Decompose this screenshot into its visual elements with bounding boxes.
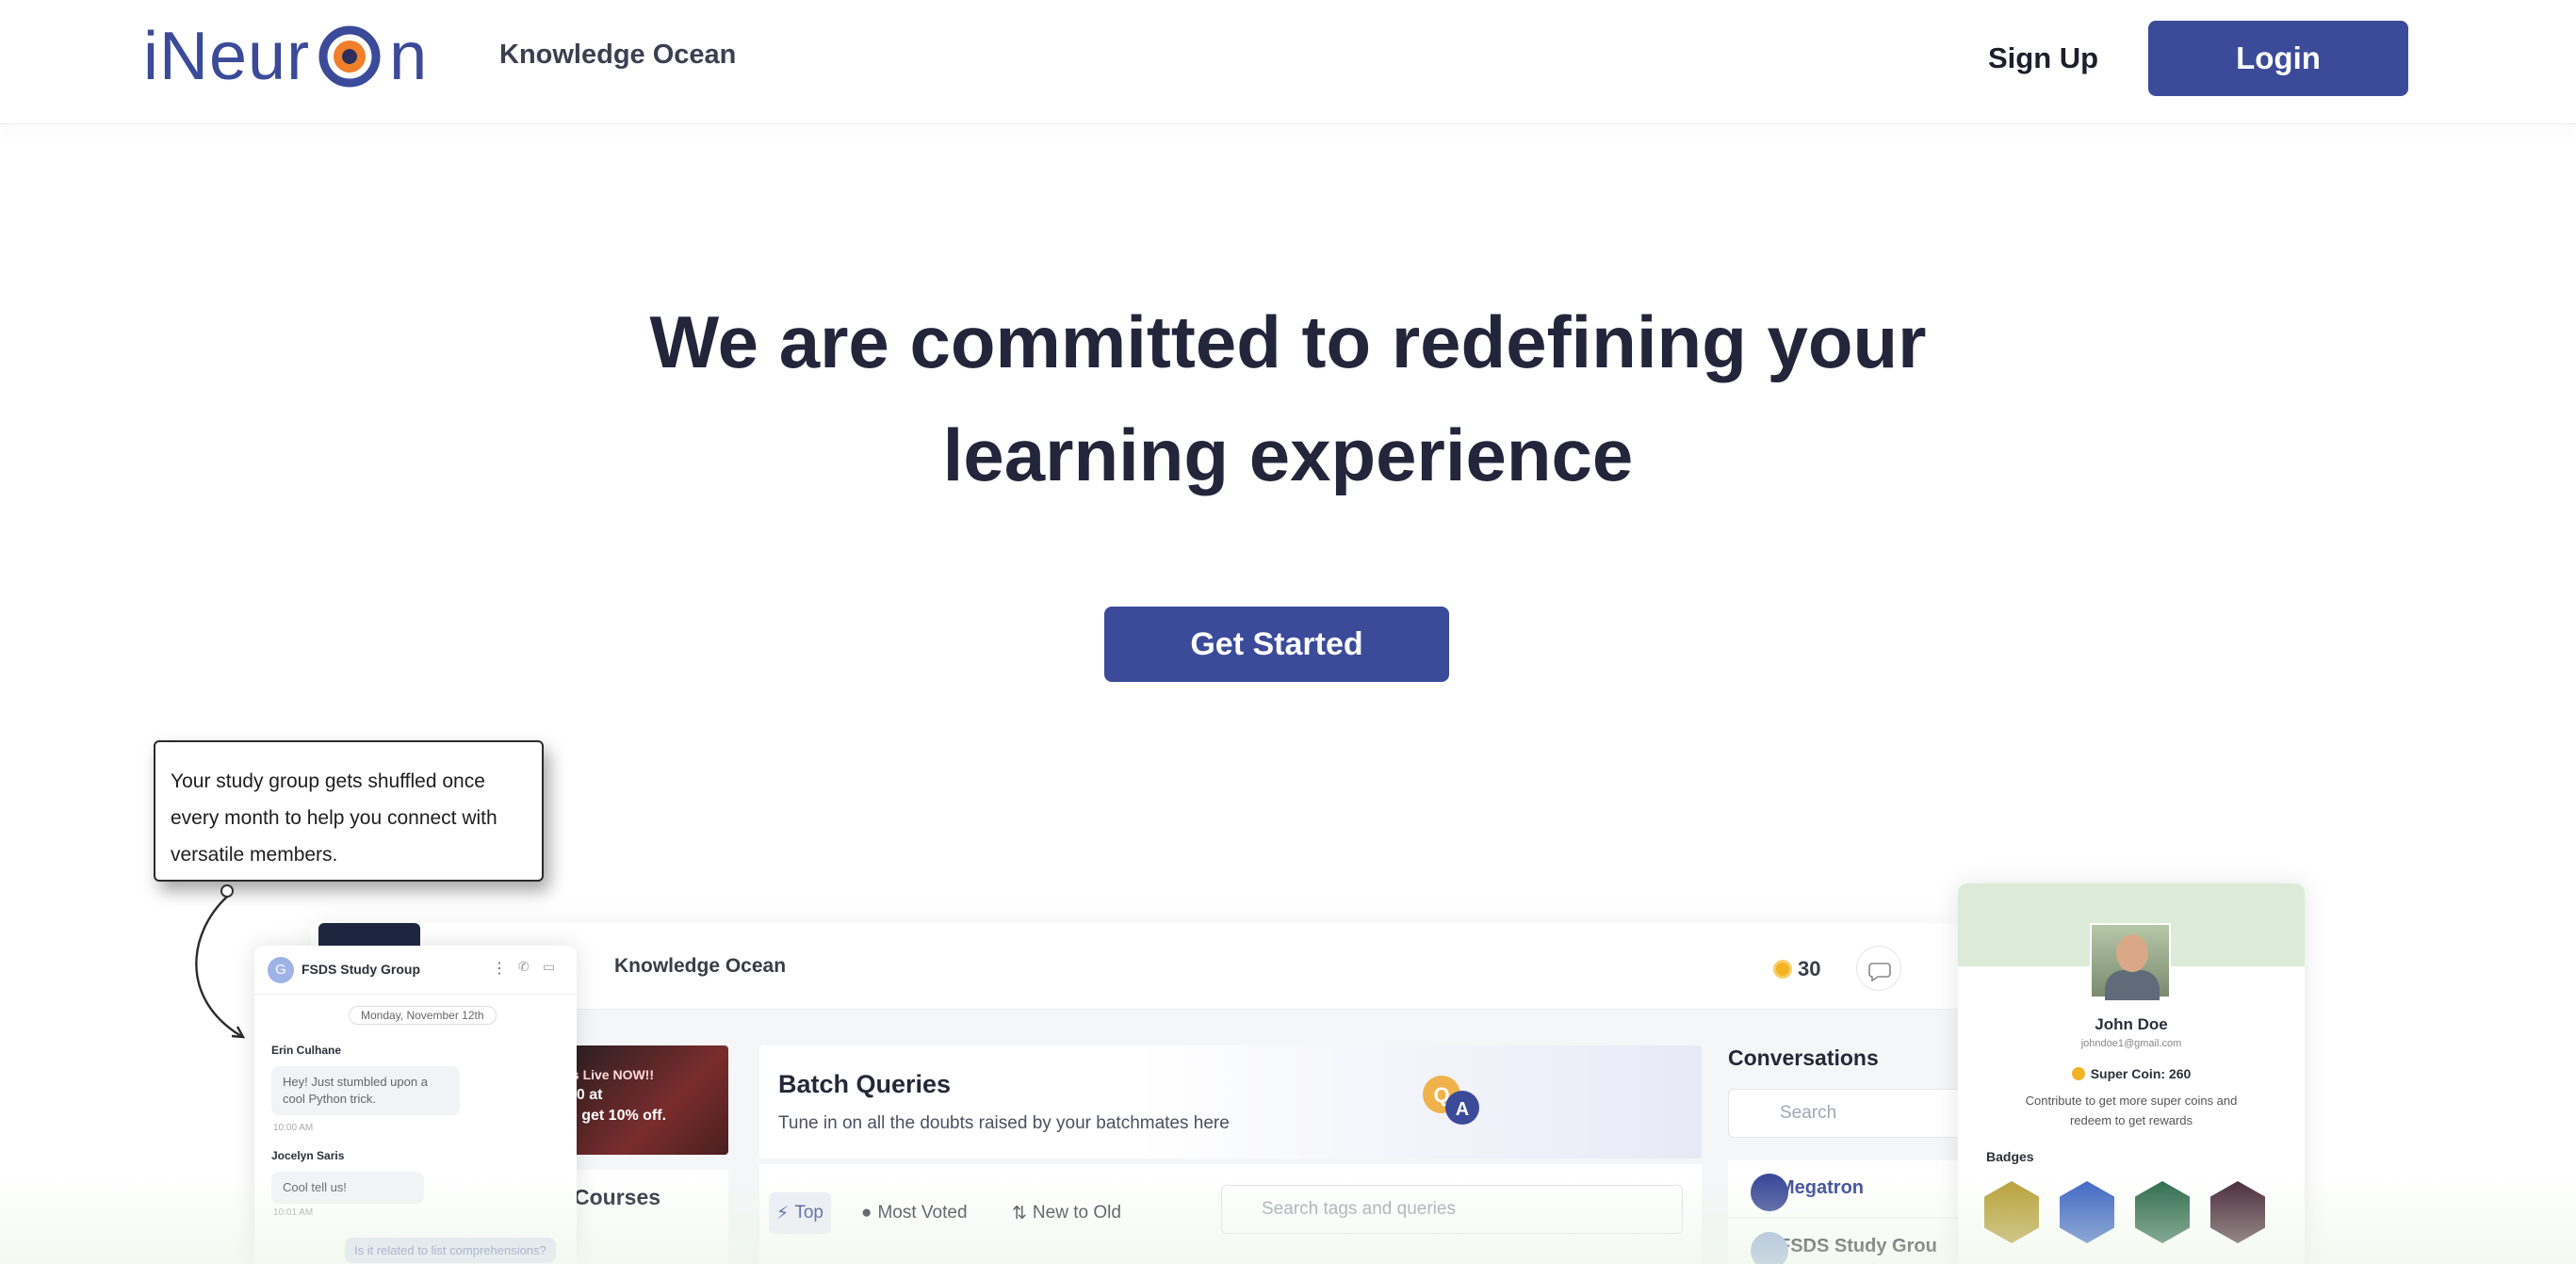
batch-queries-title: Batch Queries <box>778 1070 952 1098</box>
tooltip-line-3: versatile members. <box>171 844 338 866</box>
chat-group-name: FSDS Study Group <box>302 962 420 977</box>
batch-queries-banner: Batch Queries Tune in on all the doubts … <box>759 1045 1702 1159</box>
top-navigation-bar: iNeur n Knowledge Ocean Sign Up Login <box>0 0 2576 124</box>
queries-search-placeholder: Search tags and queries <box>1262 1199 1456 1219</box>
conversation-avatar <box>1751 1174 1788 1211</box>
super-coin-balance: Super Coin: 260 <box>1958 1066 2305 1081</box>
tab-new-to-old-label: New to Old <box>1032 1203 1121 1223</box>
sort-icon: ⇅ <box>1012 1203 1027 1223</box>
conversations-panel: Conversations Search Megatron FSDS Study… <box>1722 1045 1960 1264</box>
promo-line-2: 10 at <box>568 1087 603 1103</box>
preview-courses-card: Courses <box>568 1170 728 1264</box>
badge-green-icon <box>2135 1181 2190 1243</box>
logo-text-prefix: iNeur <box>143 19 311 94</box>
badges-label: Badges <box>1986 1149 2034 1164</box>
chat-bubble-icon <box>1856 946 1901 991</box>
conversations-title: Conversations <box>1728 1045 1879 1070</box>
hero-headline-line-2: learning experience <box>942 413 1634 496</box>
profile-card: John Doe johndoe1@gmail.com Super Coin: … <box>1958 883 2305 1264</box>
tooltip-line-2: every month to help you connect with <box>171 807 497 829</box>
bolt-icon: ⚡ <box>776 1203 790 1223</box>
logo-o-icon <box>312 19 387 94</box>
group-avatar: G <box>268 957 294 983</box>
chat-date-divider: Monday, November 12th <box>349 1006 497 1025</box>
badge-star-icon <box>2060 1181 2114 1243</box>
message-time: 10:01 AM <box>273 1207 314 1218</box>
preview-promo-banner: is Live NOW!! 10 at o get 10% off. <box>568 1045 728 1155</box>
hero-headline-line-1: We are committed to redefining your <box>649 300 1927 383</box>
tooltip-line-1: Your study group gets shuffled once <box>171 770 485 792</box>
message-author: Jocelyn Saris <box>271 1149 345 1162</box>
tab-new-to-old: ⇅ New to Old <box>1004 1192 1129 1234</box>
queries-filter-bar: ⚡ Top ● Most Voted ⇅ New to Old Search t… <box>759 1164 1702 1264</box>
conversations-search-placeholder: Search <box>1780 1103 1837 1123</box>
courses-label: Courses <box>574 1185 661 1209</box>
tooltip-arrow-icon <box>195 884 246 1039</box>
conversation-name: FSDS Study Grou <box>1779 1236 1937 1256</box>
ineuron-logo[interactable]: iNeur n <box>143 19 428 94</box>
logo-text-suffix: n <box>389 19 429 94</box>
batch-queries-subtitle: Tune in on all the doubts raised by your… <box>778 1113 1230 1133</box>
get-started-button[interactable]: Get Started <box>1104 607 1449 682</box>
conversation-avatar <box>1751 1232 1788 1264</box>
chat-header: G FSDS Study Group ⋮ ✆ ▭ <box>254 946 577 995</box>
tab-most-voted-label: Most Voted <box>877 1203 968 1223</box>
preview-knowledge-ocean: Knowledge Ocean <box>614 955 787 977</box>
conversation-item: Megatron <box>1728 1160 1960 1217</box>
promo-line-1: is Live NOW!! <box>568 1067 655 1082</box>
super-coin-text: Super Coin: 260 <box>2090 1066 2192 1081</box>
coin-icon <box>2071 1067 2085 1080</box>
study-group-tooltip: Your study group gets shuffled once ever… <box>154 740 544 882</box>
conversation-name: Megatron <box>1779 1177 1864 1198</box>
login-button[interactable]: Login <box>2148 21 2408 96</box>
svg-text:A: A <box>1456 1099 1469 1120</box>
promo-line-3: o get 10% off. <box>568 1108 667 1124</box>
contribute-text: Contribute to get more super coins and r… <box>2025 1094 2238 1127</box>
my-message-bubble: Is it related to list comprehensions? <box>345 1238 556 1263</box>
message-bubble: Hey! Just stumbled upon a cool Python tr… <box>271 1066 460 1115</box>
message-time: 10:00 AM <box>273 1123 314 1133</box>
qa-icon: Q A <box>1423 1076 1479 1125</box>
profile-photo-body <box>2105 970 2160 1000</box>
phone-icon: ✆ <box>518 959 530 974</box>
tab-top: ⚡ Top <box>769 1192 831 1234</box>
profile-name: John Doe <box>2095 1015 2168 1033</box>
badge-gold-icon <box>1984 1181 2039 1243</box>
study-group-chat-card: G FSDS Study Group ⋮ ✆ ▭ Monday, Novembe… <box>254 946 577 1264</box>
coin-icon <box>1773 960 1792 979</box>
conversation-item: FSDS Study Grou <box>1728 1219 1960 1264</box>
coin-count-value: 30 <box>1798 957 1821 980</box>
message-author: Erin Culhane <box>271 1044 342 1057</box>
video-icon: ▭ <box>543 959 556 974</box>
check-circle-icon: ● <box>861 1203 872 1223</box>
tab-top-label: Top <box>794 1203 823 1223</box>
message-bubble: Cool tell us! <box>271 1172 424 1204</box>
conversations-search-box: Search <box>1728 1089 1960 1138</box>
profile-photo <box>2090 923 2171 1000</box>
profile-email: johndoe1@gmail.com <box>2080 1038 2182 1049</box>
profile-photo-face <box>2116 934 2148 972</box>
more-vertical-icon: ⋮ <box>492 961 507 977</box>
nav-knowledge-ocean-link[interactable]: Knowledge Ocean <box>499 40 736 71</box>
sign-up-button[interactable]: Sign Up <box>1988 41 2098 75</box>
queries-search-box: Search tags and queries <box>1221 1185 1683 1234</box>
tab-most-voted: ● Most Voted <box>854 1192 975 1234</box>
badge-dark-icon <box>2210 1181 2265 1243</box>
preview-coin-count: 30 <box>1773 957 1820 981</box>
